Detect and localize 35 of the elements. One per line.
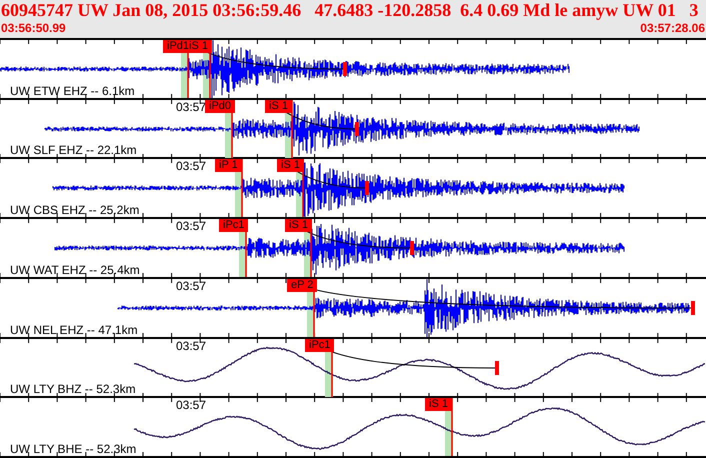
coda-marker [355,122,359,136]
phase-pick-label: iPc1 [219,219,248,232]
phase-pick-label: eP 2 [287,278,318,292]
channel-label: UW ETW EHZ -- 6.1km [10,84,135,97]
channel-label: UW LTY BHZ -- 52.3km [10,383,136,396]
time-mark: 03:57 [176,160,206,172]
pick-line [451,398,453,456]
time-mark: 03:57 [176,340,206,352]
channel-label: UW CBS EHZ -- 25.2km [10,204,140,216]
phase-pick-label: iPd0 [205,100,236,113]
coda-marker [691,300,695,315]
phase-pick-label: iPd1iS 1 [163,40,212,53]
phase-pick-label: iP 1 [215,159,242,172]
channel-label: UW WAT EHZ -- 25.4km [10,264,140,276]
event-title: 60945747 UW Jan 08, 2015 03:56:59.46 47.6483 -120.2858 6.4 0.69 Md le amyw UW 01 3 [1,0,700,21]
coda-marker [410,241,414,256]
coda-marker [495,360,499,375]
time-mark: 03:57 [176,100,206,113]
phase-pick-label: iS 1 [265,100,292,113]
time-mark: 03:57 [176,280,206,292]
time-mark: 03:57 [176,220,206,232]
coda-marker [343,62,347,76]
time-mark: 03:57 [176,399,206,412]
coda-marker [365,181,369,196]
pick-line [291,100,293,158]
phase-pick-label: iPc1 [305,338,334,352]
phase-pick-label: iS 1 [277,159,304,172]
phase-pick-label: iS 1 [285,219,312,232]
channel-label: UW SLF EHZ -- 22.1km [10,144,137,156]
pick-line [241,159,243,218]
start-time: 03:56:50.99 [1,21,66,35]
channel-label: UW NEL EHZ -- 47.1km [10,324,138,336]
channel-label: UW LTY BHE -- 52.3km [10,443,136,456]
end-time: 03:57:28.06 [640,21,705,35]
phase-pick-label: iS 1 [425,398,452,412]
